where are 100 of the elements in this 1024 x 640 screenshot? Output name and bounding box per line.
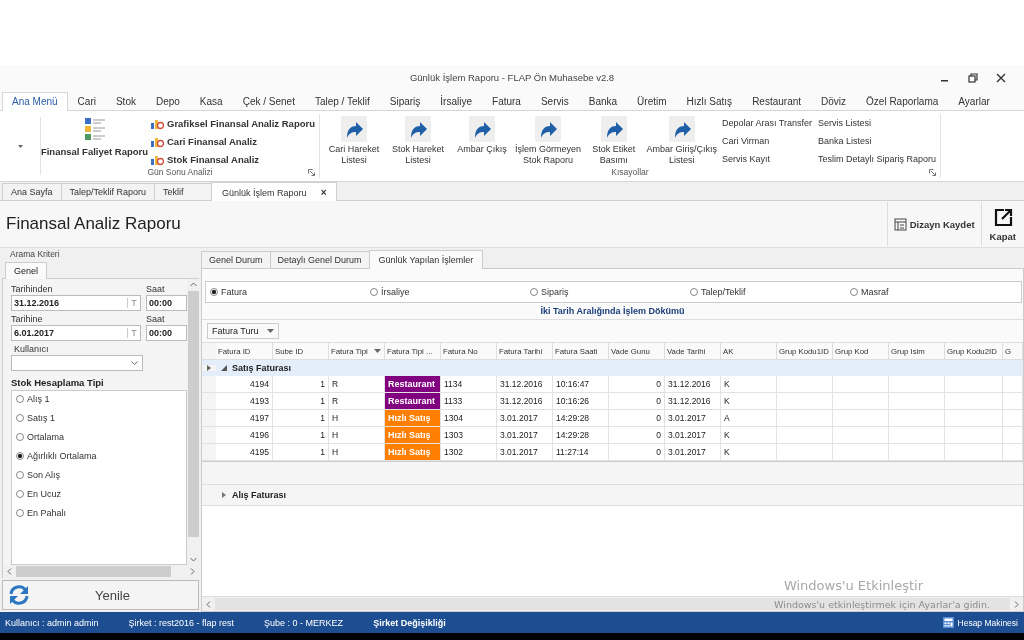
scroll-right-icon[interactable] xyxy=(190,568,195,575)
panel-tab[interactable]: Genel xyxy=(5,262,48,279)
table-cell: 3.01.2017 xyxy=(665,444,721,460)
scroll-up-icon[interactable] xyxy=(189,282,197,287)
ribbon-tab[interactable]: Cari xyxy=(67,92,106,111)
group-row-label[interactable]: Satış Faturası xyxy=(232,363,292,373)
radio-label[interactable]: Satış 1 xyxy=(27,413,55,423)
table-icon xyxy=(893,217,907,231)
radio-button[interactable] xyxy=(16,414,24,422)
radio-button[interactable] xyxy=(370,288,378,296)
ribbon-button[interactable]: Teslim Detaylı Sipariş Raporu xyxy=(817,152,936,166)
report-tab[interactable]: Günlük Yapılan İşlemler xyxy=(368,250,484,269)
ribbon-tab[interactable]: Üretim xyxy=(627,92,677,111)
close-tab-button[interactable]: × xyxy=(320,187,327,198)
time-field[interactable]: 00:00 xyxy=(146,325,187,341)
document-tab[interactable]: Talep/Teklif Raporu xyxy=(60,183,156,200)
calculator-button[interactable]: Hesap Makinesi xyxy=(942,617,1018,628)
ribbon-tab[interactable]: Hızlı Satış xyxy=(676,92,743,111)
ribbon-button[interactable]: Cari Virman xyxy=(721,134,812,148)
radio-button[interactable] xyxy=(16,452,24,460)
caret-icon[interactable] xyxy=(17,144,23,148)
radio-button[interactable] xyxy=(16,509,24,517)
company-change-link[interactable]: Şirket Değişikliği xyxy=(373,617,446,628)
caret-icon[interactable] xyxy=(266,329,274,333)
ribbon-button[interactable]: Stok Etiket Basımı xyxy=(583,114,644,166)
report-tab[interactable]: Genel Durum xyxy=(201,251,271,268)
ribbon-button[interactable]: Grafiksel Finansal Analiz Raporu xyxy=(150,116,315,130)
ribbon-tab[interactable]: Sipariş xyxy=(379,92,431,111)
table-cell: 0 xyxy=(609,376,665,392)
radio-button[interactable] xyxy=(210,288,218,296)
scroll-right-icon[interactable] xyxy=(1014,600,1019,608)
radio-button[interactable] xyxy=(16,490,24,498)
scroll-down-icon[interactable] xyxy=(189,557,197,562)
ribbon-button[interactable]: Stok Hareket Listesi xyxy=(388,114,448,166)
ribbon-tab[interactable]: Servis xyxy=(530,92,579,111)
radio-label[interactable]: Ortalama xyxy=(27,432,64,442)
radio-button[interactable] xyxy=(16,433,24,441)
group-by-chip[interactable]: Fatura Turu xyxy=(207,323,279,339)
radio-label[interactable]: Son Alış xyxy=(27,470,61,480)
radio-label[interactable]: En Ucuz xyxy=(27,489,61,499)
ribbon-tab[interactable]: Depo xyxy=(145,92,190,111)
close-icon[interactable] xyxy=(996,73,1006,83)
field-label: Tarihine xyxy=(11,313,44,325)
document-tab[interactable]: Ana Sayfa xyxy=(2,183,62,200)
scroll-left-icon[interactable] xyxy=(206,600,211,608)
expand-icon[interactable] xyxy=(221,365,227,371)
radio-label[interactable]: Masraf xyxy=(861,287,889,297)
group-row-label[interactable]: Alış Faturası xyxy=(232,490,287,500)
ribbon-tab[interactable]: Restaurant xyxy=(742,92,812,111)
ribbon-button[interactable]: Servis Listesi xyxy=(817,116,936,130)
radio-label[interactable]: En Pahalı xyxy=(27,508,67,518)
chevron-down-icon[interactable] xyxy=(131,360,138,366)
ribbon-button[interactable]: Stok Finansal Analiz xyxy=(150,152,315,166)
ribbon-tab[interactable]: Talep / Teklif xyxy=(304,92,380,111)
ribbon-button[interactable]: Banka Listesi xyxy=(817,134,936,148)
dialog-launcher-icon[interactable] xyxy=(929,169,936,176)
radio-button[interactable] xyxy=(16,395,24,403)
refresh-button[interactable]: Yenile xyxy=(2,580,199,610)
radio-label[interactable]: Talep/Teklif xyxy=(701,287,746,297)
ribbon-button[interactable]: Cari Hareket Listesi xyxy=(324,114,384,166)
document-tab[interactable]: Günlük İşlem Raporu × xyxy=(211,182,338,201)
ribbon-button[interactable]: Ambar Çıkış xyxy=(452,114,512,166)
ribbon-tab[interactable]: Stok xyxy=(105,92,146,111)
radio-label[interactable]: Sipariş xyxy=(541,287,569,297)
date-field[interactable]: 6.01.2017 T xyxy=(11,325,141,341)
calculator-icon[interactable] xyxy=(942,617,954,628)
ribbon-button[interactable]: Depolar Arası Transfer xyxy=(721,116,812,130)
radio-label[interactable]: Ağırlıklı Ortalama xyxy=(27,451,97,461)
close-button[interactable]: Kapat xyxy=(980,202,1024,246)
date-field[interactable]: 31.12.2016 T xyxy=(11,295,141,311)
ribbon-button[interactable]: İşlem Görmeyen Stok Raporu xyxy=(516,114,580,166)
ribbon-button[interactable]: Cari Finansal Analiz xyxy=(150,134,315,148)
radio-label[interactable]: Fatura xyxy=(221,287,247,297)
radio-button[interactable] xyxy=(530,288,538,296)
ribbon-tab[interactable]: Kasa xyxy=(189,92,233,111)
ribbon-tab[interactable]: Ayarlar xyxy=(948,92,1000,111)
ribbon-tab[interactable]: Banka xyxy=(578,92,628,111)
ribbon-button[interactable]: Servis Kayıt xyxy=(721,152,812,166)
radio-button[interactable] xyxy=(16,471,24,479)
radio-button[interactable] xyxy=(690,288,698,296)
radio-label[interactable]: İrsaliye xyxy=(381,287,410,297)
report-tab[interactable]: Detaylı Genel Durum xyxy=(269,251,370,268)
radio-label[interactable]: Alış 1 xyxy=(27,394,50,404)
ribbon-tab[interactable]: Özel Raporlama xyxy=(856,92,949,111)
row-indicator[interactable] xyxy=(202,365,216,371)
restore-icon[interactable] xyxy=(968,73,978,83)
scroll-left-icon[interactable] xyxy=(7,568,12,575)
expand-icon[interactable] xyxy=(221,492,227,498)
time-field[interactable]: 00:00 xyxy=(146,295,187,311)
ribbon-tab[interactable]: Döviz xyxy=(811,92,857,111)
ribbon-tab[interactable]: Çek / Senet xyxy=(232,92,305,111)
ribbon-tab[interactable]: Fatura xyxy=(482,92,531,111)
ribbon-tab[interactable]: İrsaliye xyxy=(430,92,483,111)
scrollbar-thumb[interactable] xyxy=(16,566,171,577)
ribbon-tab[interactable]: Ana Menü xyxy=(2,92,68,111)
save-design-button[interactable]: Dizayn Kaydet xyxy=(886,202,981,246)
radio-button[interactable] xyxy=(850,288,858,296)
dialog-launcher-icon[interactable] xyxy=(308,169,315,176)
ribbon-button[interactable]: Ambar Giriş/Çıkış Listesi xyxy=(647,114,716,166)
filter-icon[interactable] xyxy=(374,349,381,353)
